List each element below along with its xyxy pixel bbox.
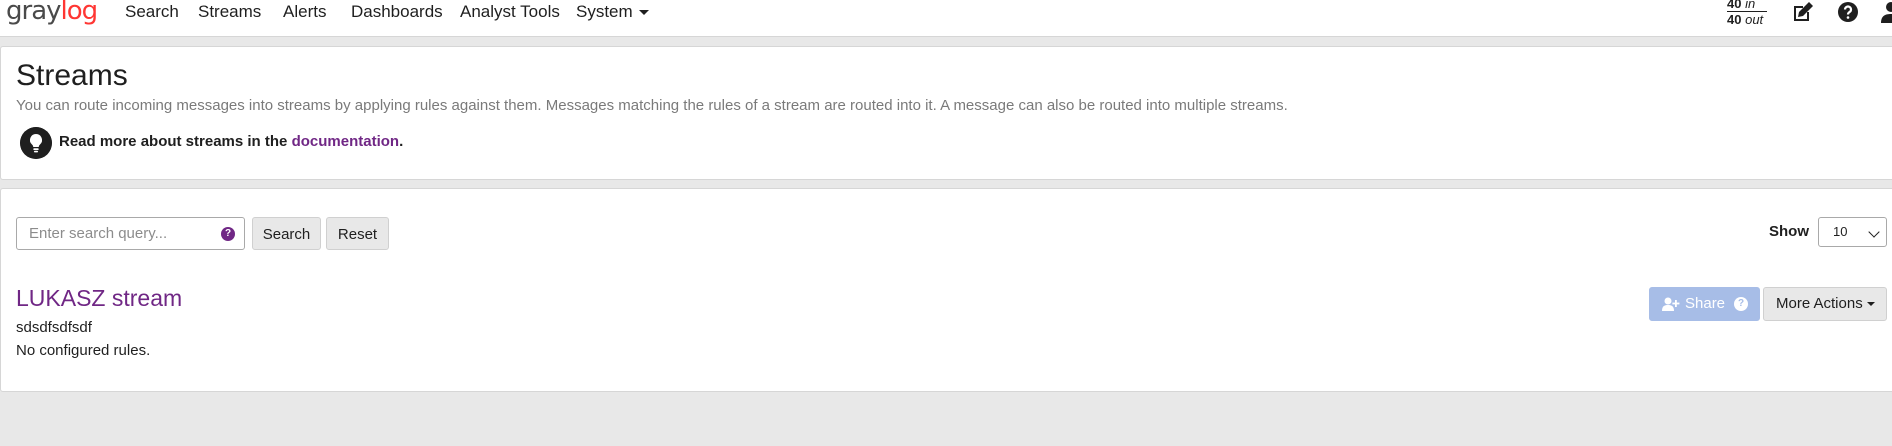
top-navbar: graylog Search Streams Alerts Dashboards… bbox=[0, 0, 1892, 37]
page-size-label: Show bbox=[1769, 223, 1809, 240]
help-icon[interactable] bbox=[1836, 0, 1860, 24]
throughput-in-label: in bbox=[1745, 0, 1756, 11]
question-circle-icon: ? bbox=[1734, 297, 1748, 311]
nav-item-system-label: System bbox=[576, 2, 633, 21]
search-help-icon[interactable]: ? bbox=[221, 227, 235, 241]
throughput-out-label: out bbox=[1745, 12, 1764, 27]
more-actions-button[interactable]: More Actions bbox=[1763, 287, 1887, 321]
search-button[interactable]: Search bbox=[252, 217, 321, 250]
page-size-value: 10 bbox=[1833, 224, 1848, 239]
nav-item-dashboards[interactable]: Dashboards bbox=[351, 2, 443, 22]
reset-button[interactable]: Reset bbox=[326, 217, 389, 250]
chevron-down-icon bbox=[1868, 226, 1880, 238]
graylog-logo[interactable]: graylog bbox=[6, 0, 99, 26]
user-plus-icon bbox=[1662, 297, 1680, 311]
nav-item-analyst-tools[interactable]: Analyst Tools bbox=[460, 2, 560, 22]
logo-text-log: log bbox=[60, 0, 99, 26]
chevron-down-icon bbox=[1866, 302, 1875, 307]
page-size-select[interactable]: 10 bbox=[1818, 217, 1887, 247]
nav-item-system[interactable]: System bbox=[576, 2, 649, 22]
share-button-label: Share bbox=[1685, 295, 1726, 312]
lightbulb-icon bbox=[20, 127, 52, 159]
logo-text-gray: gray bbox=[6, 0, 62, 26]
share-button[interactable]: Share ? bbox=[1649, 287, 1760, 321]
stream-title-link[interactable]: LUKASZ stream bbox=[16, 285, 182, 311]
documentation-hint-text: Read more about streams in the bbox=[59, 133, 292, 150]
search-box: ? bbox=[16, 217, 245, 250]
documentation-hint-period: . bbox=[399, 133, 404, 150]
more-actions-label: More Actions bbox=[1776, 295, 1863, 312]
user-icon[interactable] bbox=[1879, 0, 1892, 24]
stream-rules-status: No configured rules. bbox=[16, 342, 151, 359]
documentation-hint: Read more about streams in the documenta… bbox=[59, 133, 403, 150]
stream-description: sdsdfsdfsdf bbox=[16, 319, 92, 336]
throughput-out-value: 40 bbox=[1727, 12, 1742, 27]
nav-item-alerts[interactable]: Alerts bbox=[283, 2, 326, 22]
throughput-out: 40 out bbox=[1727, 12, 1767, 27]
nav-item-streams[interactable]: Streams bbox=[198, 2, 261, 22]
throughput-in-value: 40 bbox=[1727, 0, 1742, 11]
search-input[interactable] bbox=[17, 218, 217, 249]
nav-item-search[interactable]: Search bbox=[125, 2, 179, 22]
page-header-panel: Streams You can route incoming messages … bbox=[0, 46, 1892, 180]
throughput-indicator[interactable]: 40 in 40 out bbox=[1727, 0, 1767, 27]
streams-list-panel: ? Search Reset Show 10 LUKASZ stream sds… bbox=[0, 188, 1892, 392]
page-description: You can route incoming messages into str… bbox=[16, 97, 1288, 114]
throughput-in: 40 in bbox=[1727, 0, 1767, 11]
page-title: Streams bbox=[16, 59, 128, 92]
chevron-down-icon bbox=[638, 10, 649, 16]
edit-icon[interactable] bbox=[1791, 0, 1815, 24]
documentation-link[interactable]: documentation bbox=[292, 133, 400, 150]
